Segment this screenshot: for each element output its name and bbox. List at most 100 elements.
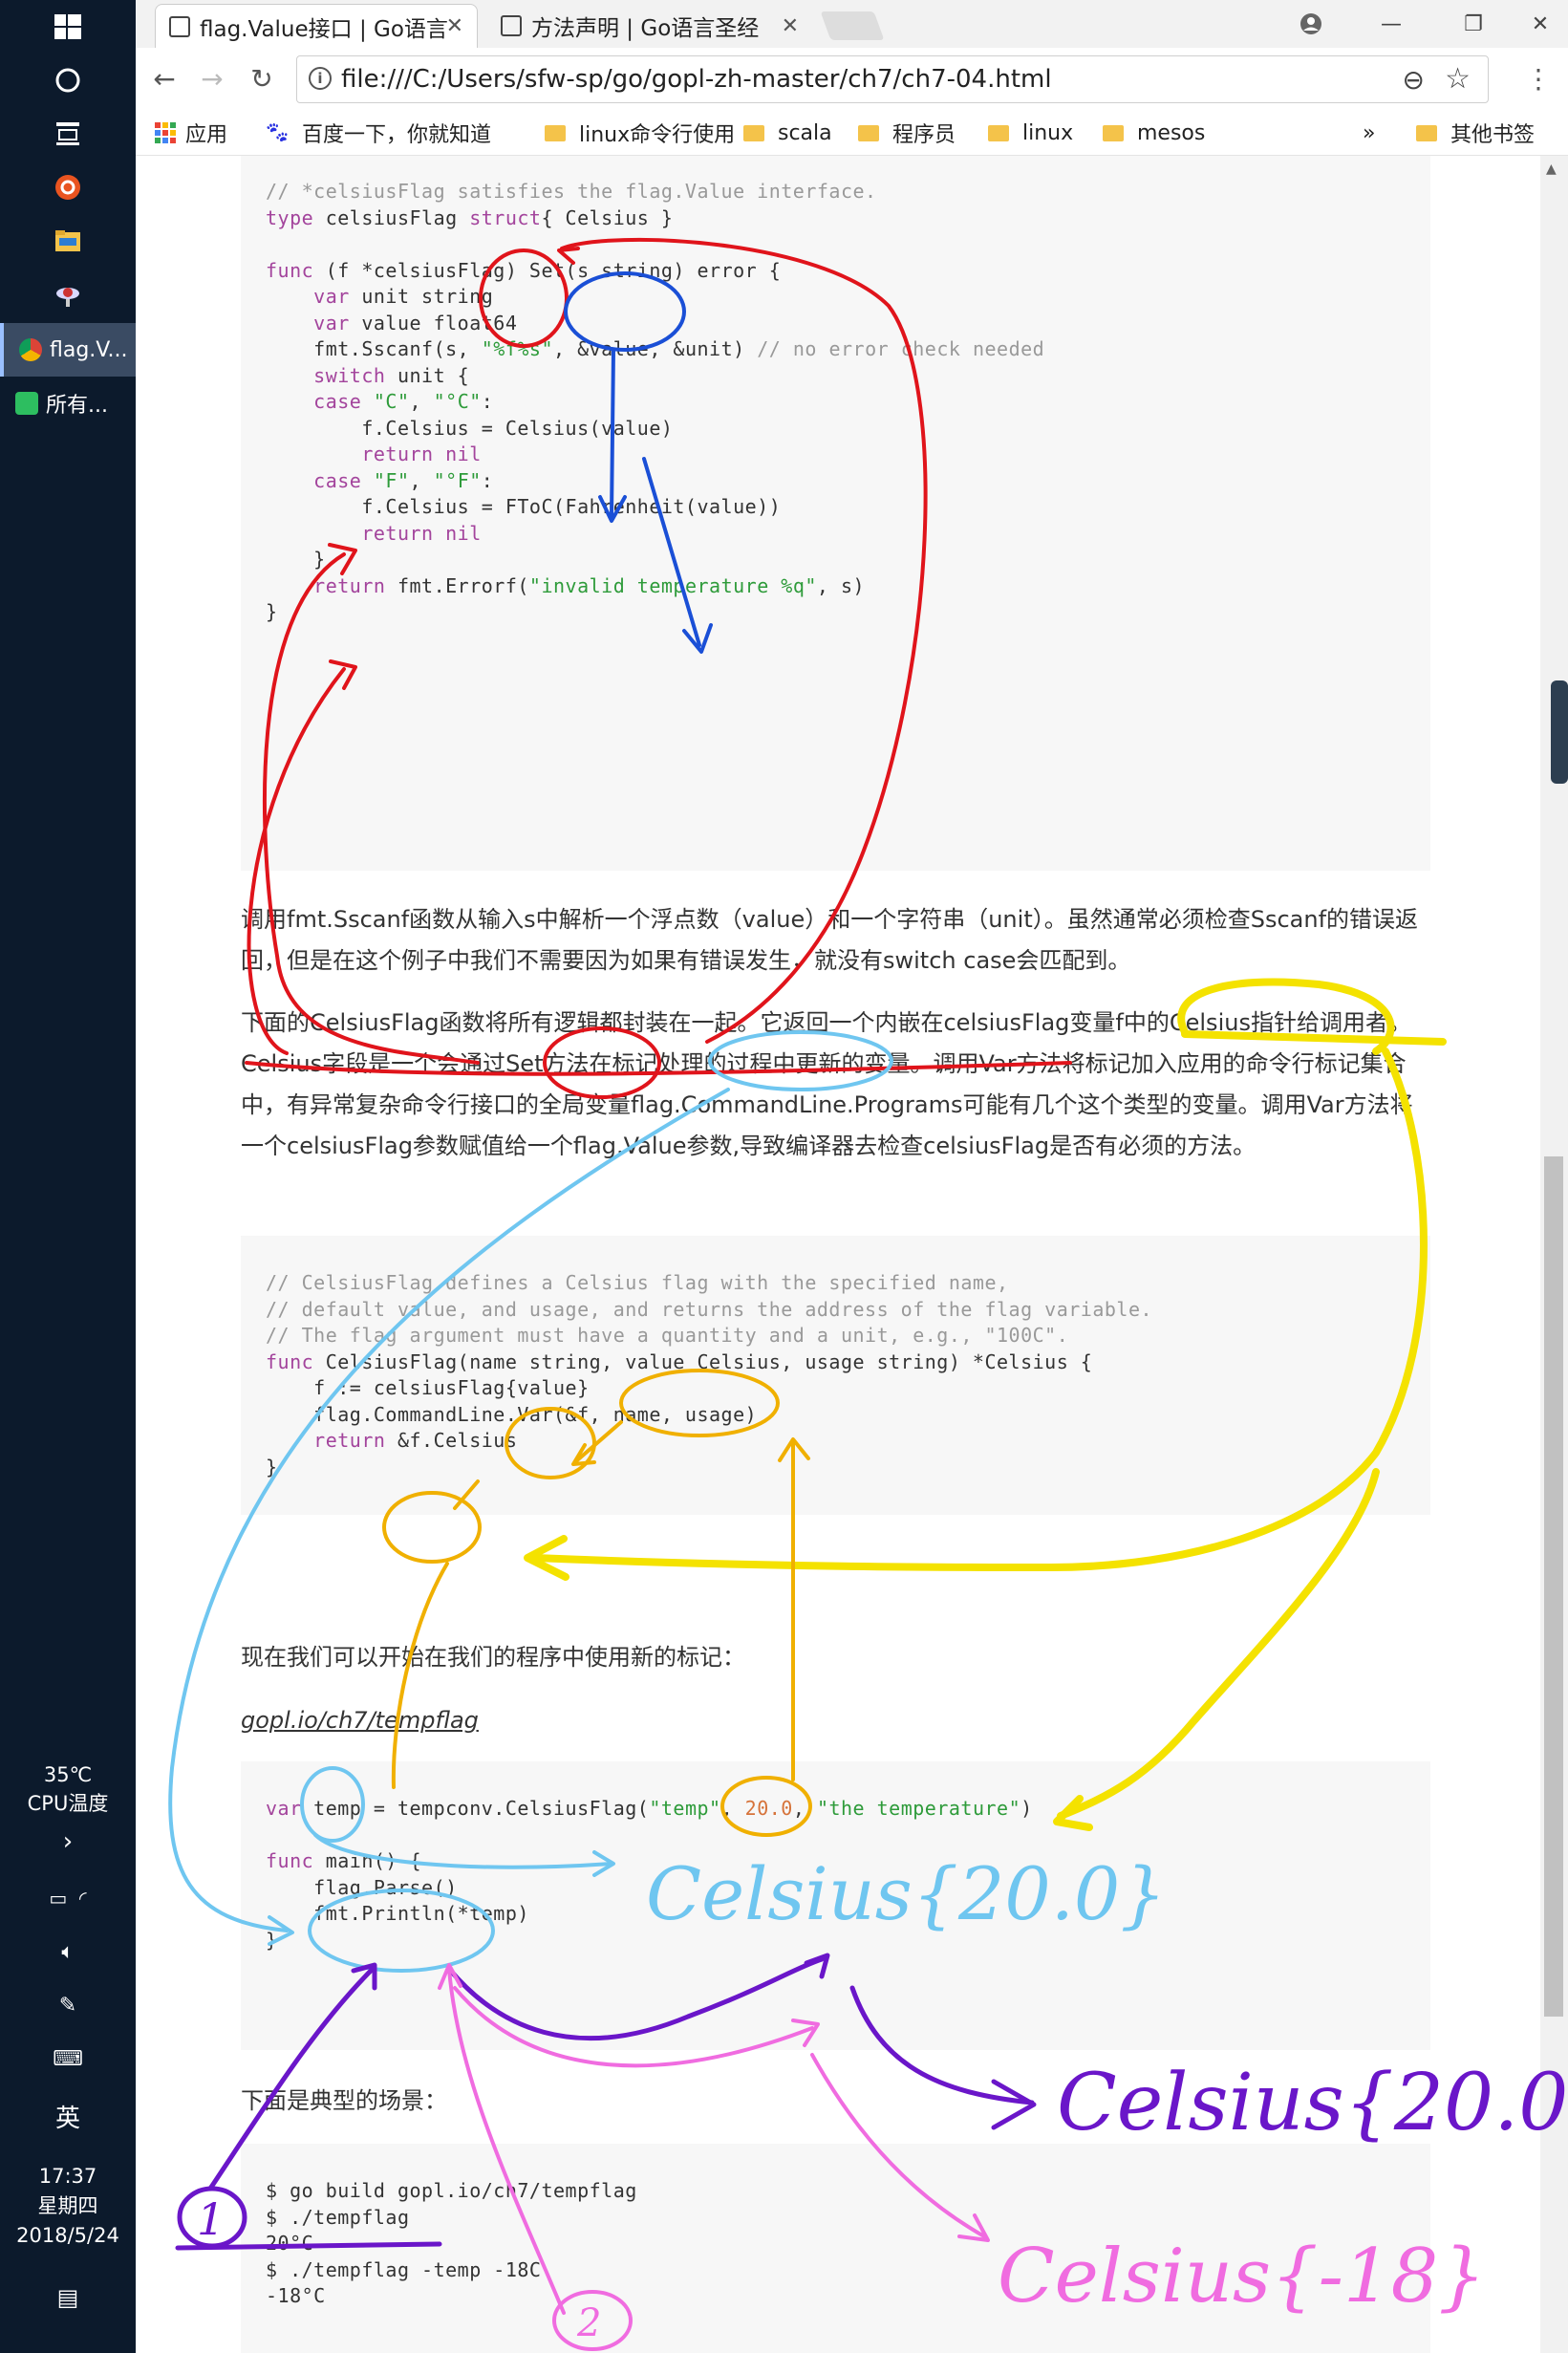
close-icon[interactable]: ✕ (782, 14, 799, 38)
code-tempflag: var temp = tempconv.CelsiusFlag("temp", … (266, 1796, 1033, 1954)
code-line: $ ./tempflag (266, 2205, 410, 2229)
paragraph-use-flag: 现在我们可以开始在我们的程序中使用新的标记： (241, 1644, 745, 1671)
pen-icon[interactable]: ✎ (0, 1994, 136, 2018)
page-content: // *celsiusFlag satisfies the flag.Value… (136, 156, 1540, 2353)
tab-method-declaration[interactable]: 方法声明 | Go语言圣经 ✕ (487, 4, 812, 48)
task-view-icon[interactable] (0, 107, 136, 161)
window-close-icon[interactable]: ✕ (1512, 0, 1568, 48)
code-line: $ ./tempflag -temp -18C (266, 2257, 542, 2281)
taskbar-app-label: 所有... (46, 394, 108, 418)
code-line: fmt.Println(*temp) (266, 1902, 529, 1925)
chevron-right-icon[interactable]: › (0, 1827, 136, 1856)
code-line: func main() { (266, 1849, 422, 1872)
bookmark-overflow[interactable]: » (1363, 115, 1375, 151)
code-line: func (f *celsiusFlag) Set(s string) erro… (266, 258, 782, 282)
bookmark-label: linux (1022, 120, 1074, 145)
code-line: // *celsiusFlag satisfies the flag.Value… (266, 180, 877, 203)
link-tempflag[interactable]: gopl.io/ch7/tempflag (241, 1707, 479, 1734)
menu-kebab-icon[interactable]: ⋮ (1519, 59, 1557, 97)
bookmark-linux[interactable]: linux (988, 115, 1073, 151)
code-line: type celsiusFlag struct{ Celsius } (266, 205, 674, 229)
bookmark-linux-cmd[interactable]: linux命令行使用 (545, 115, 735, 151)
bookmark-mesos[interactable]: mesos (1103, 115, 1205, 151)
windows-taskbar: flag.V... 所有... 35℃ CPU温度 › ▭ ◜ 🔈︎ ✎ ⌨ 英… (0, 0, 136, 2353)
bookmark-label: linux命令行使用 (579, 123, 736, 147)
notification-icon[interactable]: ▤ (0, 2284, 136, 2311)
profile-icon[interactable] (1282, 0, 1340, 48)
tab-flag-value[interactable]: flag.Value接口 | Go语言 ✕ (155, 4, 478, 48)
code-line: } (266, 1455, 278, 1479)
bookmark-baidu[interactable]: 🐾︎ 百度一下，你就知道 (264, 115, 491, 151)
bookmark-other[interactable]: 其他书签 (1416, 115, 1535, 151)
minimize-icon[interactable]: — (1363, 0, 1420, 48)
temperature-label: CPU温度 (27, 1792, 109, 1815)
zoom-icon[interactable]: ⊖ (1403, 64, 1425, 96)
code-line: f := celsiusFlag{value} (266, 1376, 590, 1399)
code-line: switch unit { (313, 363, 470, 387)
tab-title: 方法声明 | Go语言圣经 (531, 16, 760, 41)
bookmark-programmer[interactable]: 程序员 (858, 115, 956, 151)
reload-icon[interactable]: ↻ (243, 59, 281, 97)
folder-icon (743, 124, 764, 141)
baidu-paw-icon: 🐾︎ (264, 120, 290, 145)
forward-arrow-icon[interactable]: → (193, 59, 231, 97)
browser-toolbar: ← → ↻ i file:///C:/Users/sfw-sp/go/gopl-… (136, 48, 1568, 112)
ubuntu-icon[interactable] (0, 161, 136, 214)
volume-icon[interactable]: 🔈︎ (0, 1940, 136, 1964)
code-line: f.Celsius = FToC(Fahrenheit(value)) (266, 495, 782, 518)
clock-weekday: 星期四 (37, 2194, 98, 2217)
code-line: 20°C (266, 2232, 314, 2255)
code-celsiusflag: // CelsiusFlag defines a Celsius flag wi… (266, 1270, 1152, 1480)
code-line: fmt.Sscanf(s, "%f%s", &value, &unit) // … (266, 337, 1045, 360)
tab-strip: flag.Value接口 | Go语言 ✕ 方法声明 | Go语言圣经 ✕ — … (136, 0, 1568, 48)
url-text: file:///C:/Users/sfw-sp/go/gopl-zh-maste… (341, 65, 1052, 94)
clock-time: 17:37 (38, 2165, 97, 2188)
ime-indicator[interactable]: 英 (0, 2099, 136, 2134)
code-line: } (266, 548, 326, 571)
bookmark-label: 其他书签 (1450, 123, 1536, 147)
browser-window: flag.Value接口 | Go语言 ✕ 方法声明 | Go语言圣经 ✕ — … (136, 0, 1568, 2353)
code-line: flag.CommandLine.Var(&f, name, usage) (266, 1402, 758, 1426)
scroll-up-icon[interactable]: ▲ (1546, 162, 1557, 177)
code-line: case "F", "°F": (313, 468, 494, 492)
restore-icon[interactable]: ❐ (1445, 0, 1502, 48)
code-line: return &f.Celsius (313, 1429, 518, 1452)
code-line: // CelsiusFlag defines a Celsius flag wi… (266, 1271, 1009, 1294)
taskbar-app-evernote[interactable]: 所有... (0, 377, 136, 430)
taskbar-app-chrome[interactable]: flag.V... (0, 323, 136, 377)
info-icon[interactable]: i (309, 67, 332, 90)
folder-icon (858, 124, 879, 141)
close-icon[interactable]: ✕ (446, 14, 463, 38)
apps-grid-icon (155, 122, 176, 143)
edge-handle[interactable] (1551, 680, 1568, 784)
back-arrow-icon[interactable]: ← (145, 59, 183, 97)
clock[interactable]: 17:37 星期四 2018/5/24 (0, 2162, 136, 2251)
search-circle-icon[interactable] (0, 54, 136, 107)
paragraph-celsiusflag: 下面的CelsiusFlag函数将所有逻辑都封装在一起。它返回一个内嵌在cels… (241, 1009, 1413, 1159)
bookmark-scala[interactable]: scala (743, 115, 832, 151)
bookmark-star-icon[interactable]: ☆ (1445, 62, 1471, 96)
bookmark-label: scala (778, 120, 832, 145)
satellite-app-icon[interactable] (0, 268, 136, 321)
code-line: -18°C (266, 2284, 326, 2307)
bookmark-label: 应用 (185, 123, 228, 147)
file-explorer-icon[interactable] (0, 214, 136, 268)
address-bar[interactable]: i file:///C:/Users/sfw-sp/go/gopl-zh-mas… (296, 55, 1489, 103)
code-line: $ go build gopl.io/ch7/tempflag (266, 2179, 637, 2202)
bookmarks-bar: 应用 🐾︎ 百度一下，你就知道 linux命令行使用 scala 程序员 lin… (136, 111, 1568, 156)
battery-wifi-icon[interactable]: ▭ ◜ (0, 1887, 136, 1910)
clock-date: 2018/5/24 (16, 2224, 119, 2247)
new-tab-button[interactable] (820, 11, 885, 40)
bookmark-label: 程序员 (892, 123, 956, 147)
windows-logo-icon[interactable] (0, 0, 136, 54)
code-line: f.Celsius = Celsius(value) (266, 416, 674, 440)
cpu-temperature: 35℃ CPU温度 (0, 1760, 136, 1818)
bookmark-apps[interactable]: 应用 (155, 115, 227, 151)
paragraph-scenario: 下面是典型的场景： (241, 2087, 447, 2114)
code-line: return nil (361, 521, 482, 545)
paragraph-sscanf: 调用fmt.Sscanf函数从输入s中解析一个浮点数（value）和一个字符串（… (241, 906, 1419, 974)
book-icon (501, 15, 522, 36)
keyboard-icon[interactable]: ⌨ (0, 2047, 136, 2071)
scrollbar-thumb[interactable] (1544, 1156, 1563, 2017)
